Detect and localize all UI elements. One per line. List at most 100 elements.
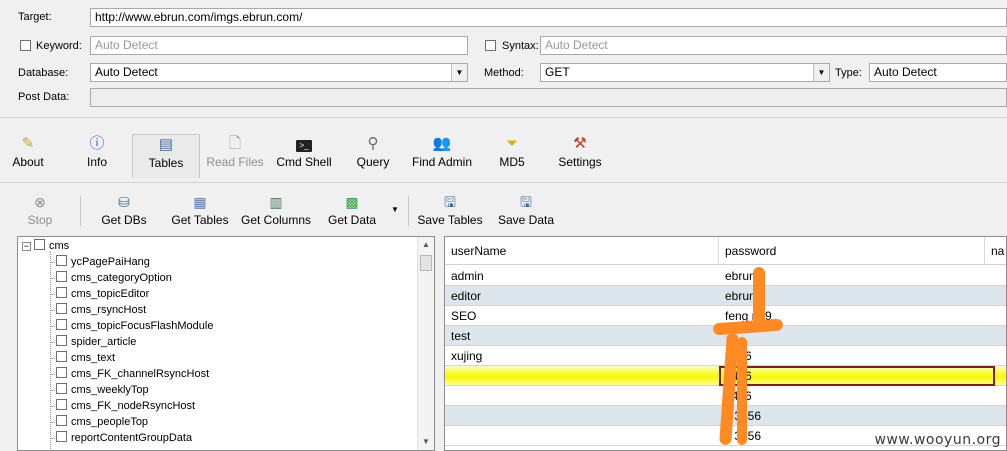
username-cell[interactable]: SEO [445, 306, 719, 326]
tree-item-label: cms_categoryOption [71, 272, 172, 284]
postdata-input[interactable] [90, 88, 1007, 107]
tree-checkbox[interactable] [56, 319, 67, 330]
database-value: Auto Detect [95, 65, 158, 79]
tree-item[interactable]: cms_categoryOption [56, 270, 172, 286]
tree-item[interactable]: cms_topicEditor [56, 286, 149, 302]
tree-checkbox[interactable] [56, 335, 67, 346]
tree-root-label: cms [49, 240, 70, 252]
tree-scrollbar[interactable]: ▲ ▼ [417, 237, 434, 450]
tree-item[interactable]: cms_weeklyTop [56, 382, 149, 398]
tree-root[interactable]: − cms [22, 238, 69, 254]
tree-checkbox[interactable] [34, 239, 45, 250]
tree-checkbox[interactable] [56, 351, 67, 362]
find-admin-label: Find Admin [411, 155, 473, 169]
chevron-down-icon[interactable]: ▼ [451, 64, 467, 81]
get-tables-button[interactable]: ▦ Get Tables [168, 192, 232, 230]
username-cell[interactable] [445, 366, 719, 386]
tree-item-label: cms_weeklyTop [71, 384, 149, 396]
password-cell[interactable]: x 3456 [719, 406, 995, 426]
save-tables-button[interactable]: 🖫 Save Tables [416, 192, 484, 230]
md5-button[interactable]: ⏷ MD5 [490, 134, 534, 178]
tree-item[interactable]: ycPagePaiHang [56, 254, 150, 270]
type-select[interactable]: Auto Detect [869, 63, 1007, 82]
tree-guide-line [50, 251, 51, 450]
method-select[interactable]: GET ▼ [540, 63, 830, 82]
username-cell[interactable]: admin [445, 266, 719, 286]
tables-label: Tables [148, 156, 184, 170]
tree-item[interactable]: spider_article [56, 334, 136, 350]
column-header-extra[interactable]: na [985, 237, 1006, 265]
read-files-button[interactable]: 🗋 Read Files [204, 134, 266, 178]
data-grid[interactable]: userName password na admin ebrun editor ebr… [444, 236, 1007, 451]
tree-checkbox[interactable] [56, 303, 67, 314]
get-dbs-button[interactable]: ⛁ Get DBs [98, 192, 150, 230]
password-cell[interactable]: 3456 [719, 386, 995, 406]
username-cell[interactable]: editor [445, 286, 719, 306]
syntax-input[interactable]: Auto Detect [540, 36, 1007, 55]
settings-button[interactable]: ⚒ Settings [552, 134, 608, 178]
cmd-shell-label: Cmd Shell [276, 155, 332, 169]
get-data-button[interactable]: ▩ Get Data [324, 192, 380, 230]
settings-label: Settings [558, 155, 602, 169]
tree-item[interactable]: reportContentGroupData [56, 430, 192, 446]
find-admin-button[interactable]: 👥 Find Admin [406, 134, 478, 178]
tree-item[interactable]: cms_FK_nodeRsyncHost [56, 398, 195, 414]
target-input[interactable]: http://www.ebrun.com/imgs.ebrun.com/ [90, 8, 1007, 27]
tab-tables[interactable]: ▤ Tables [132, 134, 200, 178]
syntax-checkbox[interactable] [485, 40, 496, 51]
tree-checkbox[interactable] [56, 287, 67, 298]
about-button[interactable]: ✎ About [4, 134, 52, 178]
pencil-icon: ✎ [21, 135, 35, 152]
query-button[interactable]: ⚲ Query [348, 134, 398, 178]
get-columns-button[interactable]: ▥ Get Columns [238, 192, 314, 230]
get-dbs-label: Get DBs [101, 213, 147, 227]
query-icon: ⚲ [367, 135, 379, 152]
save-data-button[interactable]: 🖫 Save Data [496, 192, 556, 230]
database-select[interactable]: Auto Detect ▼ [90, 63, 468, 82]
keyword-checkbox[interactable] [20, 40, 31, 51]
password-cell[interactable]: 3456 [719, 346, 995, 366]
save-data-label: Save Data [497, 213, 555, 227]
stop-button[interactable]: ⊗ Stop [20, 192, 60, 230]
table-row[interactable]: editor ebrun [445, 286, 1006, 306]
chevron-down-icon[interactable]: ▼ [813, 64, 829, 81]
tree-checkbox[interactable] [56, 271, 67, 282]
username-cell[interactable]: xujing [445, 346, 719, 366]
tree-item[interactable]: cms_peopleTop [56, 414, 148, 430]
tree-checkbox[interactable] [56, 415, 67, 426]
tree-checkbox[interactable] [56, 255, 67, 266]
database-label: Database: [18, 67, 69, 79]
scroll-thumb[interactable] [420, 255, 432, 271]
tree-item[interactable]: cms_rsyncHost [56, 302, 146, 318]
tree-item[interactable]: cms_text [56, 350, 115, 366]
scroll-up-icon[interactable]: ▲ [418, 237, 434, 253]
type-label: Type: [835, 67, 862, 79]
username-cell[interactable] [445, 386, 719, 406]
tree-checkbox[interactable] [56, 399, 67, 410]
md5-icon: ⏷ [505, 135, 518, 152]
toolbar-separator [408, 196, 409, 226]
keyword-input[interactable]: Auto Detect [90, 36, 468, 55]
scroll-down-icon[interactable]: ▼ [418, 434, 434, 450]
cmd-shell-button[interactable]: >_ Cmd Shell [272, 134, 336, 178]
tools-icon: ⚒ [573, 135, 587, 152]
tree-checkbox[interactable] [56, 367, 67, 378]
table-row[interactable]: admin ebrun [445, 266, 1006, 286]
info-button[interactable]: ⓘ Info [72, 134, 122, 178]
username-cell[interactable] [445, 406, 719, 426]
toolbar-divider [0, 182, 1007, 183]
username-cell[interactable]: test [445, 326, 719, 346]
table-tree[interactable]: − cms ycPagePaiHang cms_categoryOption cms_… [17, 236, 435, 451]
table-grid-icon: ▦ [193, 194, 207, 210]
tree-item[interactable]: cms_topicFocusFlashModule [56, 318, 213, 334]
column-header-password[interactable]: password [719, 237, 985, 265]
tree-checkbox[interactable] [56, 431, 67, 442]
query-label: Query [356, 155, 390, 169]
column-header-username[interactable]: userName [445, 237, 719, 265]
get-data-dropdown-icon[interactable]: ▼ [391, 205, 399, 214]
tree-checkbox[interactable] [56, 383, 67, 394]
username-cell[interactable] [445, 426, 719, 446]
get-data-label: Get Data [327, 213, 377, 227]
collapse-icon[interactable]: − [22, 242, 31, 251]
tree-item[interactable]: cms_FK_channelRsyncHost [56, 366, 209, 382]
